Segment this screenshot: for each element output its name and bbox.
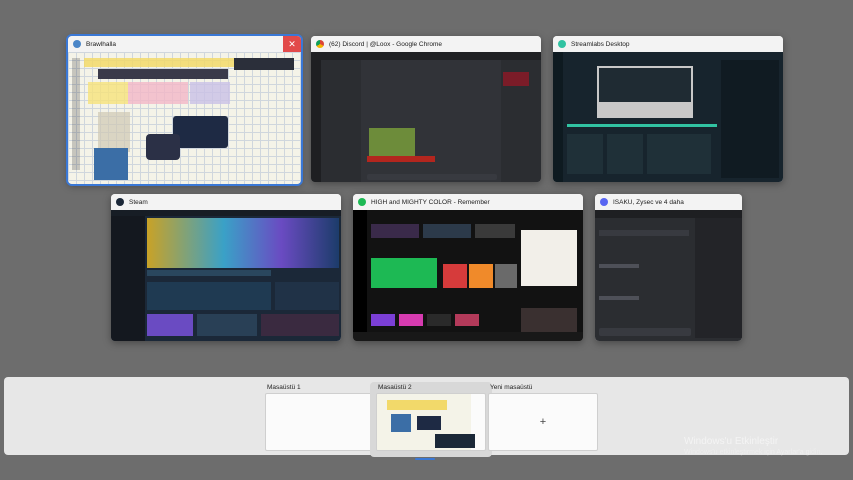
window-preview	[311, 52, 541, 182]
desktop-label: Yeni masaüstü	[490, 384, 533, 391]
window-preview	[353, 210, 583, 341]
spotify-icon	[358, 198, 366, 206]
window-preview	[68, 52, 301, 184]
desktop-2[interactable]: Masaüstü 2	[370, 382, 492, 460]
plus-icon: +	[539, 416, 547, 428]
window-preview	[111, 210, 341, 341]
desktop-label: Masaüstü 1	[267, 384, 301, 391]
window-steam[interactable]: Steam	[111, 194, 341, 341]
window-title: HIGH and MIGHTY COLOR - Remember	[371, 198, 490, 206]
desktop-thumbnail[interactable]	[376, 393, 486, 451]
desktop-1[interactable]: Masaüstü 1	[265, 382, 375, 451]
window-titlebar: Brawlhalla ✕	[68, 36, 301, 52]
window-titlebar: (62) Discord | @Loox - Google Chrome	[311, 36, 541, 52]
new-desktop-button[interactable]: +	[488, 393, 598, 451]
steam-icon	[116, 198, 124, 206]
window-title: ISAKU, Zysec ve 4 daha	[613, 198, 684, 206]
close-button[interactable]: ✕	[283, 36, 301, 52]
window-titlebar: ISAKU, Zysec ve 4 daha	[595, 194, 742, 210]
window-title: Brawlhalla	[86, 40, 116, 48]
window-titlebar: Steam	[111, 194, 341, 210]
desktop-thumbnail[interactable]	[265, 393, 375, 451]
brawlhalla-icon	[73, 40, 81, 48]
window-brawlhalla[interactable]: Brawlhalla ✕	[66, 34, 303, 186]
window-discord[interactable]: ISAKU, Zysec ve 4 daha	[595, 194, 742, 341]
activation-watermark-title: Windows'u Etkinleştir	[684, 436, 779, 447]
window-spotify[interactable]: HIGH and MIGHTY COLOR - Remember	[353, 194, 583, 341]
active-desktop-indicator	[415, 458, 435, 460]
chrome-icon	[316, 40, 324, 48]
new-desktop[interactable]: Yeni masaüstü +	[488, 382, 598, 451]
streamlabs-icon	[558, 40, 566, 48]
window-title: (62) Discord | @Loox - Google Chrome	[329, 40, 443, 48]
window-titlebar: Streamlabs Desktop	[553, 36, 783, 52]
desktop-label: Masaüstü 2	[378, 384, 412, 391]
discord-icon	[600, 198, 608, 206]
activation-watermark-subtitle: Windows'u etkinleştirmek için Ayarlar'a …	[684, 449, 823, 456]
window-streamlabs[interactable]: Streamlabs Desktop	[553, 36, 783, 182]
window-preview	[595, 210, 742, 341]
window-title: Steam	[129, 198, 148, 206]
window-titlebar: HIGH and MIGHTY COLOR - Remember	[353, 194, 583, 210]
window-chrome-discord[interactable]: (62) Discord | @Loox - Google Chrome	[311, 36, 541, 182]
window-preview	[553, 52, 783, 182]
window-title: Streamlabs Desktop	[571, 40, 630, 48]
